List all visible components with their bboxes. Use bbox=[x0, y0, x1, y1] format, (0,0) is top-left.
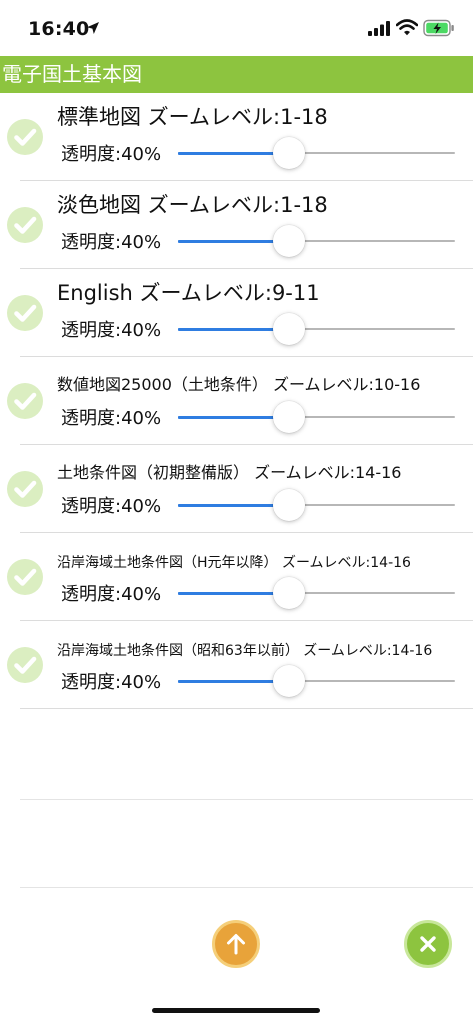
layer-title: 淡色地図 ズームレベル:1-18 bbox=[57, 193, 328, 217]
cellular-signal-icon bbox=[368, 21, 390, 36]
layer-row-3: 数値地図25000（土地条件） ズームレベル:10-16 透明度:40% bbox=[0, 357, 473, 445]
row-divider bbox=[20, 708, 473, 709]
check-icon[interactable] bbox=[7, 647, 43, 683]
opacity-label: 透明度:40% bbox=[61, 408, 162, 429]
opacity-slider[interactable] bbox=[178, 137, 455, 169]
wifi-icon bbox=[396, 19, 418, 36]
slider-thumb[interactable] bbox=[272, 225, 305, 257]
layer-row-0: 標準地図 ズームレベル:1-18 透明度:40% bbox=[0, 93, 473, 181]
layer-list: 標準地図 ズームレベル:1-18 透明度:40% 淡色地図 ズームレベル:1-1… bbox=[0, 93, 473, 709]
opacity-slider[interactable] bbox=[178, 313, 455, 345]
check-icon[interactable] bbox=[7, 119, 43, 155]
layer-row-1: 淡色地図 ズームレベル:1-18 透明度:40% bbox=[0, 181, 473, 269]
opacity-slider[interactable] bbox=[178, 665, 455, 697]
layer-group-header: 電子国土基本図 bbox=[0, 56, 473, 93]
slider-thumb[interactable] bbox=[272, 313, 305, 345]
check-icon[interactable] bbox=[7, 295, 43, 331]
status-time: 16:40 bbox=[28, 18, 90, 40]
opacity-slider[interactable] bbox=[178, 225, 455, 257]
check-icon[interactable] bbox=[7, 559, 43, 595]
check-icon[interactable] bbox=[7, 207, 43, 243]
opacity-label: 透明度:40% bbox=[61, 672, 162, 693]
battery-charging-icon bbox=[423, 19, 454, 37]
opacity-label: 透明度:40% bbox=[61, 144, 162, 165]
layer-title: 沿岸海域土地条件図（H元年以降） ズームレベル:14-16 bbox=[57, 555, 411, 571]
arrow-up-icon bbox=[227, 934, 245, 955]
slider-thumb[interactable] bbox=[272, 489, 305, 521]
status-bar: 16:40 bbox=[0, 0, 473, 56]
empty-row-divider bbox=[20, 887, 473, 888]
layer-row-2: English ズームレベル:9-11 透明度:40% bbox=[0, 269, 473, 357]
empty-row-divider bbox=[20, 799, 473, 800]
opacity-label: 透明度:40% bbox=[61, 584, 162, 605]
home-indicator bbox=[152, 1008, 320, 1013]
layer-row-4: 土地条件図（初期整備版） ズームレベル:14-16 透明度:40% bbox=[0, 445, 473, 533]
check-icon[interactable] bbox=[7, 471, 43, 507]
opacity-slider[interactable] bbox=[178, 577, 455, 609]
opacity-slider[interactable] bbox=[178, 489, 455, 521]
scroll-up-button[interactable] bbox=[212, 920, 260, 968]
slider-thumb[interactable] bbox=[272, 665, 305, 697]
layer-title: 沿岸海域土地条件図（昭和63年以前） ズームレベル:14-16 bbox=[57, 643, 433, 659]
opacity-label: 透明度:40% bbox=[61, 496, 162, 517]
opacity-label: 透明度:40% bbox=[61, 232, 162, 253]
layer-row-5: 沿岸海域土地条件図（H元年以降） ズームレベル:14-16 透明度:40% bbox=[0, 533, 473, 621]
layer-title: English ズームレベル:9-11 bbox=[57, 281, 320, 305]
close-icon bbox=[420, 936, 436, 952]
location-arrow-icon bbox=[87, 22, 99, 34]
slider-thumb[interactable] bbox=[272, 401, 305, 433]
opacity-label: 透明度:40% bbox=[61, 320, 162, 341]
layer-title: 標準地図 ズームレベル:1-18 bbox=[57, 105, 328, 129]
layer-title: 数値地図25000（土地条件） ズームレベル:10-16 bbox=[57, 375, 421, 394]
layer-title: 土地条件図（初期整備版） ズームレベル:14-16 bbox=[57, 463, 402, 482]
check-icon[interactable] bbox=[7, 383, 43, 419]
slider-thumb[interactable] bbox=[272, 577, 305, 609]
screen: 16:40 電子国土基本図 標準地図 ズームレベル:1-18 透明度:40% 淡… bbox=[0, 0, 473, 1024]
close-button[interactable] bbox=[404, 920, 452, 968]
slider-thumb[interactable] bbox=[272, 137, 305, 169]
layer-row-6: 沿岸海域土地条件図（昭和63年以前） ズームレベル:14-16 透明度:40% bbox=[0, 621, 473, 709]
opacity-slider[interactable] bbox=[178, 401, 455, 433]
